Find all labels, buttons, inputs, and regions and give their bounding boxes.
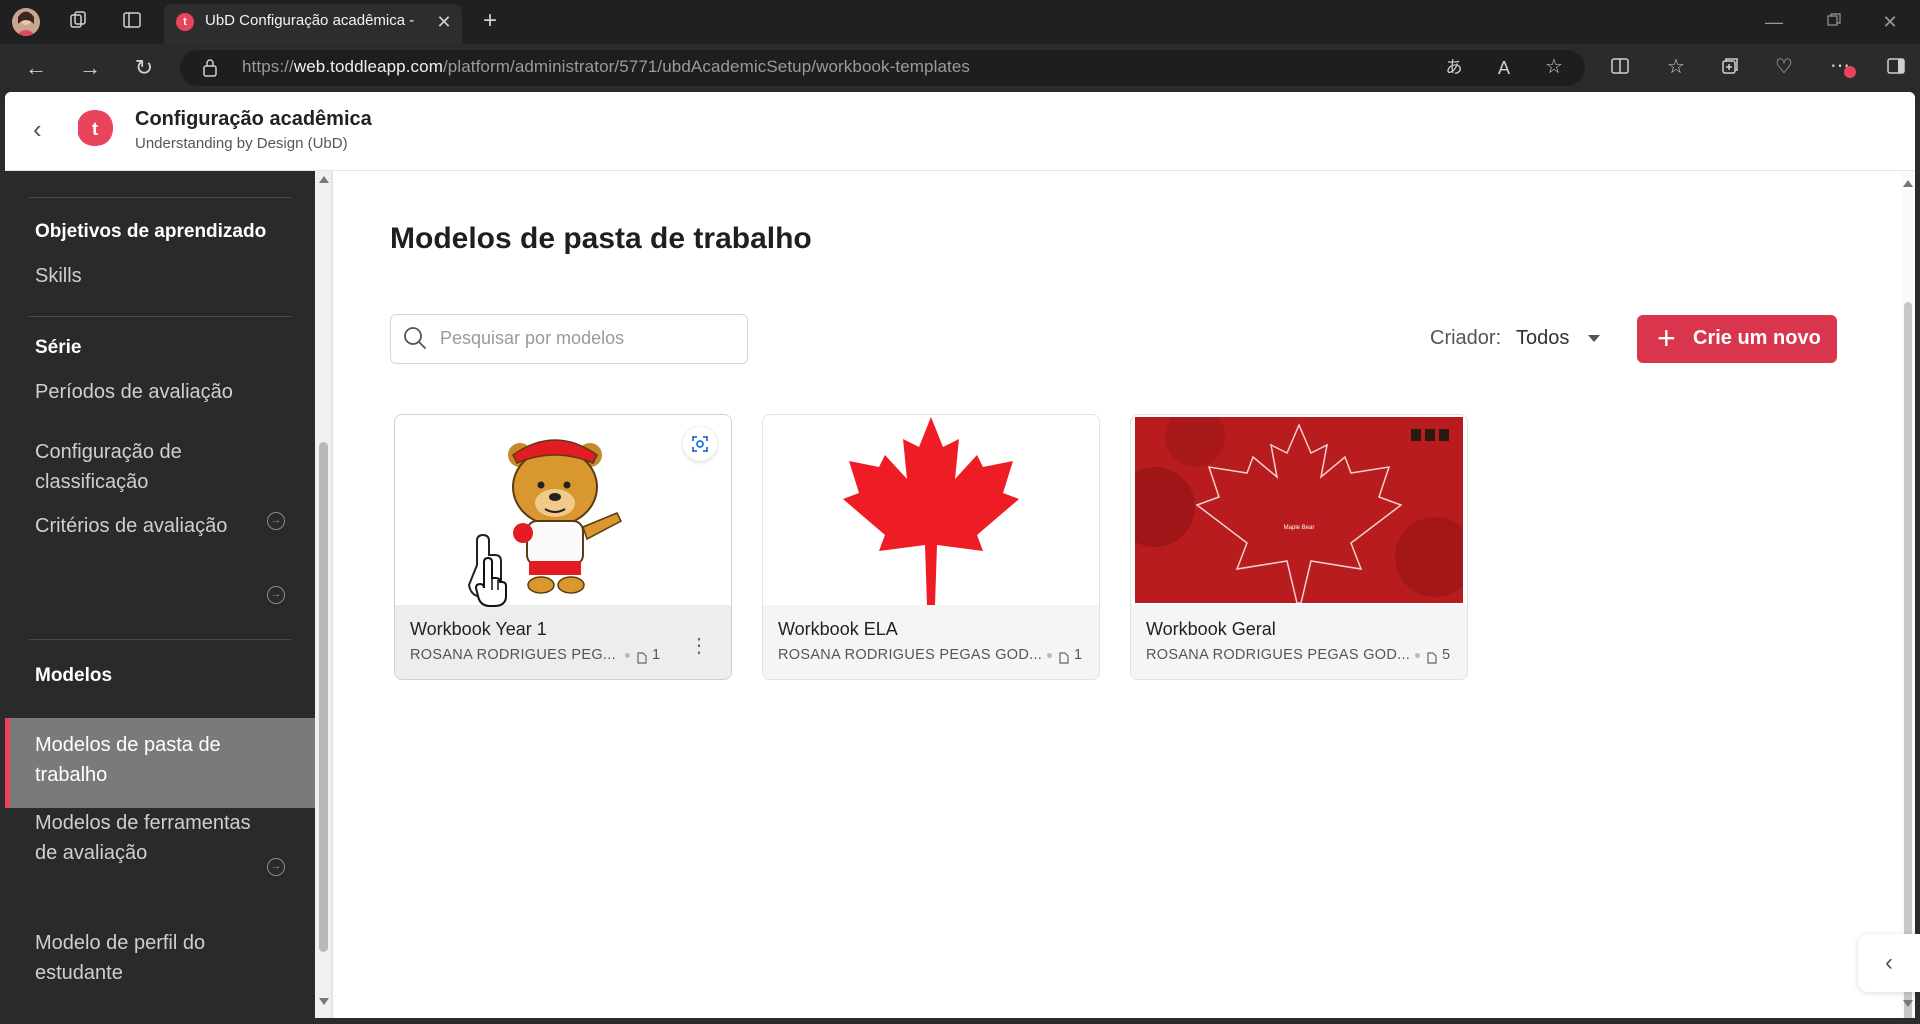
template-card[interactable]: Maple Bear Workbook Geral ROSANA RODRIGU…: [1130, 414, 1468, 680]
scroll-up-icon[interactable]: [319, 176, 329, 183]
maple-leaf-image: [843, 417, 1019, 605]
creator-filter-label: Criador:: [1430, 327, 1502, 349]
app-header: ‹ t Configuração acadêmica Understanding…: [5, 92, 1915, 171]
browser-tab-bar: t UbD Configuração acadêmica - M ✕ + — ✕: [0, 0, 1920, 44]
workspaces-icon[interactable]: [64, 10, 92, 34]
app-title: Configuração acadêmica: [135, 108, 372, 130]
search-placeholder: Pesquisar por modelos: [440, 328, 625, 348]
arrow-right-circle-icon[interactable]: →: [267, 512, 285, 530]
card-title[interactable]: Workbook ELA: [778, 619, 898, 640]
card-author: ROSANA RODRIGUES PEG...: [410, 647, 616, 663]
card-thumbnail[interactable]: [395, 415, 731, 605]
toddle-logo: t: [75, 108, 115, 148]
url-text[interactable]: https://web.toddleapp.com/platform/admin…: [242, 57, 970, 77]
tab-actions-icon[interactable]: [118, 10, 146, 34]
more-vertical-icon[interactable]: ⋮: [689, 636, 709, 663]
page-icon: [1059, 651, 1069, 664]
favorite-star-icon[interactable]: ☆: [1540, 55, 1568, 79]
translate-icon[interactable]: あ: [1440, 56, 1468, 80]
template-card[interactable]: Workbook ELA ROSANA RODRIGUES PEGAS GOD.…: [762, 414, 1100, 680]
hand-cursor-icon: [472, 556, 512, 608]
sidebar-item-modelos-pasta[interactable]: Modelos de pasta de trabalho: [35, 730, 265, 790]
new-tab-icon[interactable]: +: [476, 9, 504, 33]
search-icon: [403, 326, 427, 350]
read-aloud-icon[interactable]: A: [1490, 56, 1518, 80]
separator-dot: [1415, 653, 1420, 658]
back-icon[interactable]: ←: [22, 56, 50, 80]
close-tab-icon[interactable]: ✕: [430, 10, 458, 34]
scroll-down-icon[interactable]: [319, 998, 329, 1005]
sidebar-toggle-icon[interactable]: [1882, 56, 1910, 80]
sidebar-item-configuracao[interactable]: Configuração de classificação: [35, 437, 265, 497]
minimize-icon[interactable]: —: [1760, 10, 1788, 34]
arrow-right-circle-icon[interactable]: →: [267, 858, 285, 876]
separator-dot: [1047, 653, 1052, 658]
sidebar-item-modelos-ferramentas[interactable]: Modelos de ferramentas de avaliação: [35, 808, 265, 868]
collapse-panel-button[interactable]: ‹: [1858, 934, 1920, 992]
chevron-down-icon[interactable]: [1588, 335, 1600, 342]
plus-icon[interactable]: +: [1657, 322, 1676, 354]
creator-filter-dropdown[interactable]: Todos: [1516, 327, 1569, 350]
lock-icon[interactable]: [202, 58, 218, 78]
page-title: Modelos de pasta de trabalho: [390, 222, 812, 255]
card-title[interactable]: Workbook Year 1: [410, 619, 547, 640]
preview-icon[interactable]: [683, 427, 717, 461]
scroll-down-icon[interactable]: [1903, 1000, 1913, 1007]
card-footer: [1131, 605, 1467, 679]
sidebar-item-modelo-perfil[interactable]: Modelo de perfil do estudante: [35, 928, 265, 988]
collections-icon[interactable]: [1716, 56, 1744, 80]
card-title[interactable]: Workbook Geral: [1146, 619, 1276, 640]
card-footer: [395, 605, 731, 679]
svg-text:Maple Bear: Maple Bear: [1284, 525, 1315, 531]
sidebar: Objetivos de aprendizado Skills Série Pe…: [5, 171, 315, 1018]
profile-avatar[interactable]: [12, 8, 40, 36]
close-window-icon[interactable]: ✕: [1876, 10, 1904, 34]
sidebar-divider: [29, 316, 291, 317]
separator-dot: [625, 653, 630, 658]
back-arrow-icon[interactable]: ‹: [33, 116, 57, 144]
card-page-count: 1: [652, 647, 661, 663]
create-new-label[interactable]: Crie um novo: [1693, 327, 1821, 350]
svg-text:t: t: [92, 119, 98, 139]
tab-favicon-icon: t: [176, 13, 194, 31]
refresh-icon[interactable]: ↻: [130, 56, 158, 80]
tab-title[interactable]: UbD Configuração acadêmica - M: [205, 12, 415, 29]
sidebar-scroll-thumb[interactable]: [319, 442, 328, 952]
card-page-count: 5: [1442, 647, 1451, 663]
forward-icon[interactable]: →: [76, 56, 104, 80]
card-footer: [763, 605, 1099, 679]
app-subtitle: Understanding by Design (UbD): [135, 135, 348, 152]
notification-badge: [1844, 66, 1856, 78]
card-page-count: 1: [1074, 647, 1083, 663]
sidebar-item-criterios[interactable]: Critérios de avaliação: [35, 511, 265, 541]
sidebar-border: [331, 171, 333, 1018]
sidebar-section-objetivos: Objetivos de aprendizado: [35, 221, 267, 242]
sidebar-item-skills[interactable]: Skills: [35, 261, 265, 291]
bear-mascot-image: [467, 439, 622, 598]
split-screen-icon[interactable]: [1606, 56, 1634, 80]
page-icon: [637, 651, 647, 664]
sidebar-divider: [29, 639, 291, 640]
card-thumbnail[interactable]: Maple Bear: [1131, 415, 1467, 604]
page-icon: [1427, 651, 1437, 664]
restore-icon[interactable]: [1820, 10, 1848, 34]
favorites-icon[interactable]: ☆: [1662, 55, 1690, 79]
browser-health-icon[interactable]: ♡: [1770, 55, 1798, 79]
maple-bear-cover-image: Maple Bear: [1131, 415, 1467, 604]
sidebar-divider: [29, 197, 291, 198]
sidebar-item-periodos[interactable]: Períodos de avaliação: [35, 377, 265, 407]
sidebar-section-serie: Série: [35, 337, 82, 358]
active-indicator: [5, 718, 10, 808]
scroll-up-icon[interactable]: [1903, 180, 1913, 187]
template-card[interactable]: Workbook Year 1 ROSANA RODRIGUES PEG... …: [394, 414, 732, 680]
arrow-right-circle-icon[interactable]: →: [267, 586, 285, 604]
sidebar-section-modelos: Modelos: [35, 665, 113, 686]
card-thumbnail[interactable]: [763, 415, 1099, 605]
main-scroll-thumb[interactable]: [1904, 302, 1912, 1018]
card-author: ROSANA RODRIGUES PEGAS GOD...: [1146, 647, 1411, 663]
card-author: ROSANA RODRIGUES PEGAS GOD...: [778, 647, 1043, 663]
